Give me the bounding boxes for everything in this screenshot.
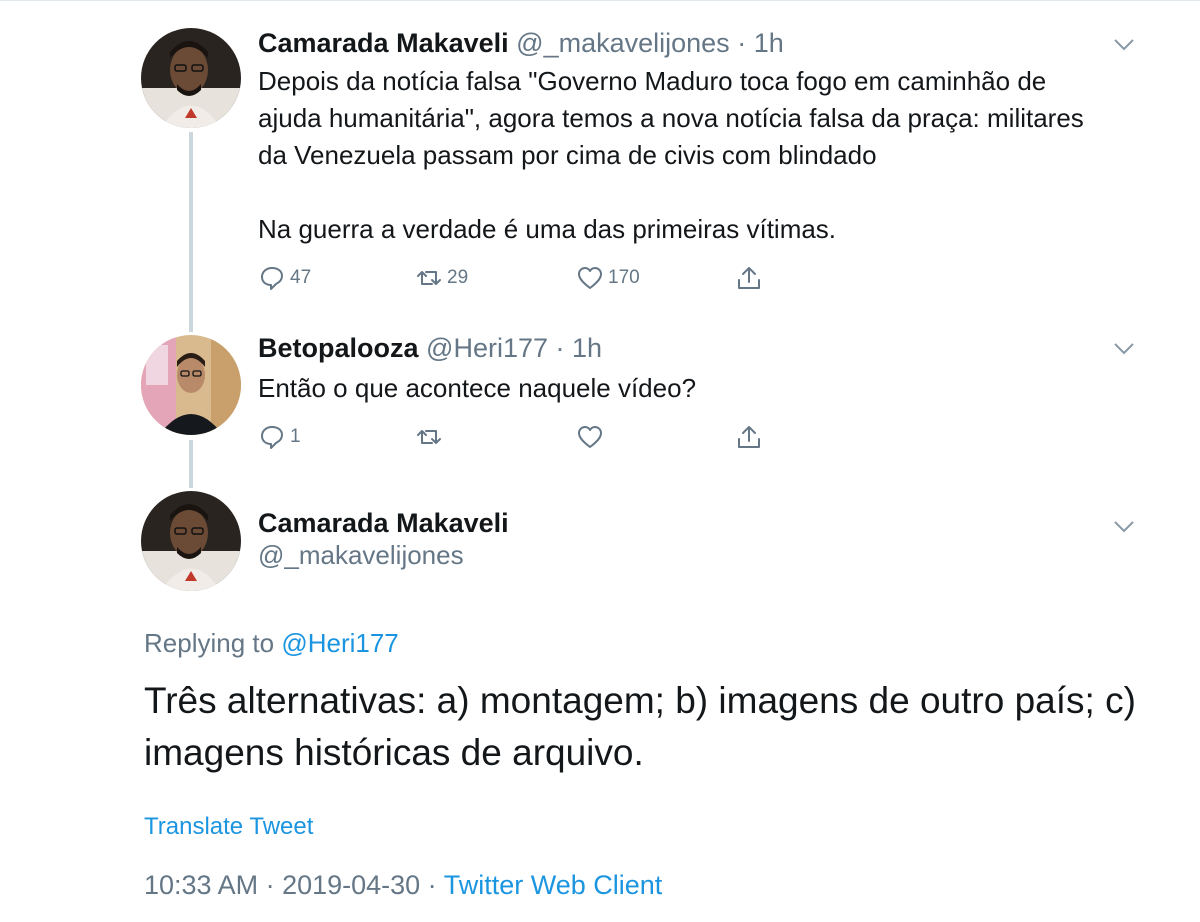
tweet-text-line: da Venezuela passam por cima de civis co… — [258, 140, 877, 170]
tweet-text: Depois da notícia falsa "Governo Maduro … — [258, 63, 1158, 248]
like-button[interactable]: 170 — [576, 263, 640, 293]
share-button[interactable] — [735, 263, 763, 293]
thread-line — [189, 440, 193, 488]
retweet-button[interactable]: 29 — [415, 263, 468, 293]
retweet-count: 29 — [447, 267, 469, 288]
tweet-time[interactable]: · 1h — [556, 333, 603, 363]
heart-icon — [578, 267, 602, 289]
tweet-author-name[interactable]: Betopalooza @Heri177 · 1h — [258, 333, 602, 364]
speech-bubble-icon — [261, 426, 283, 449]
chevron-down-icon[interactable] — [1113, 342, 1135, 356]
tweet-client-link[interactable]: Twitter Web Client — [444, 870, 663, 900]
focused-author-handle[interactable]: @_makavelijones — [258, 540, 464, 571]
author-handle[interactable]: @Heri177 — [426, 333, 548, 363]
like-button[interactable] — [576, 422, 608, 452]
tweet-timestamp[interactable]: 10:33 AM · 2019-04-30 · — [144, 870, 444, 900]
reply-count: 47 — [290, 267, 312, 288]
translate-tweet-link[interactable]: Translate Tweet — [144, 813, 313, 841]
thread-line — [189, 132, 193, 332]
avatar-camarada-makaveli[interactable] — [141, 491, 241, 591]
tweet-text-line: Na guerra a verdade é uma das primeiras … — [258, 214, 837, 244]
retweet-arrows-icon — [417, 271, 441, 285]
share-button[interactable] — [735, 422, 763, 452]
author-name-text[interactable]: Betopalooza — [258, 333, 419, 363]
share-upload-icon — [738, 267, 760, 289]
tweet-text-line — [258, 174, 1158, 211]
retweet-button[interactable] — [415, 422, 447, 452]
author-handle[interactable]: @_makavelijones — [516, 28, 730, 58]
tweet-text-line: ajuda humanitária", agora temos a nova n… — [258, 103, 1084, 133]
like-count: 170 — [608, 267, 640, 288]
speech-bubble-icon — [261, 267, 283, 290]
tweet-text: Então o que acontece naquele vídeo? — [258, 373, 697, 403]
focused-tweet-text: Três alternativas: a) montagem; b) image… — [144, 675, 1144, 779]
reply-button[interactable]: 47 — [258, 263, 311, 293]
reply-button[interactable]: 1 — [258, 422, 301, 452]
replying-to-link[interactable]: @Heri177 — [281, 628, 398, 658]
focused-author-name[interactable]: Camarada Makaveli — [258, 508, 509, 539]
share-upload-icon — [738, 426, 760, 448]
focused-tweet-text-line: Três alternativas: a) montagem; b) image… — [144, 680, 1136, 721]
tweet-time[interactable]: · 1h — [737, 28, 784, 58]
chevron-down-icon[interactable] — [1113, 38, 1135, 52]
replying-to: Replying to @Heri177 — [144, 628, 399, 659]
heart-icon — [578, 426, 602, 448]
top-divider — [0, 0, 1200, 6]
focused-tweet-text-line: imagens históricas de arquivo. — [144, 732, 644, 773]
avatar-camarada-makaveli[interactable] — [141, 28, 241, 128]
replying-to-label: Replying to — [144, 628, 275, 658]
author-name-text[interactable]: Camarada Makaveli — [258, 28, 509, 58]
tweet-author-name[interactable]: Camarada Makaveli @_makavelijones · 1h — [258, 28, 784, 59]
reply-count: 1 — [290, 426, 301, 447]
chevron-down-icon[interactable] — [1113, 520, 1135, 534]
avatar-betopalooza[interactable] — [141, 335, 241, 435]
retweet-arrows-icon — [417, 430, 441, 444]
tweet-text-line: Depois da notícia falsa "Governo Maduro … — [258, 66, 1047, 96]
tweet-timestamp-row: 10:33 AM · 2019-04-30 · Twitter Web Clie… — [144, 870, 662, 901]
